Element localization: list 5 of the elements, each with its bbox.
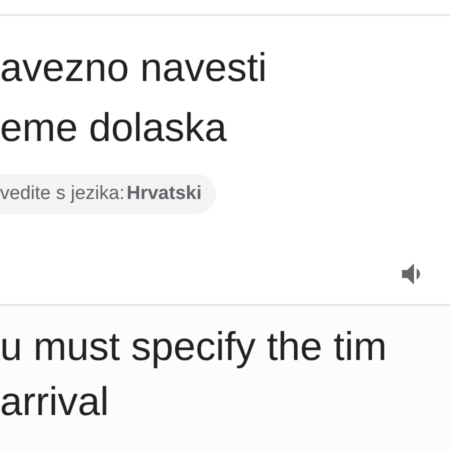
source-text-line: eme dolaska (0, 105, 228, 152)
source-text-line: avezno navesti (0, 45, 268, 92)
detected-language-chip[interactable]: vedite s jezika:Hrvatski (0, 174, 216, 214)
translation-text-line: u must specify the tim (0, 324, 388, 371)
translation-text-line: arrival (0, 379, 110, 426)
